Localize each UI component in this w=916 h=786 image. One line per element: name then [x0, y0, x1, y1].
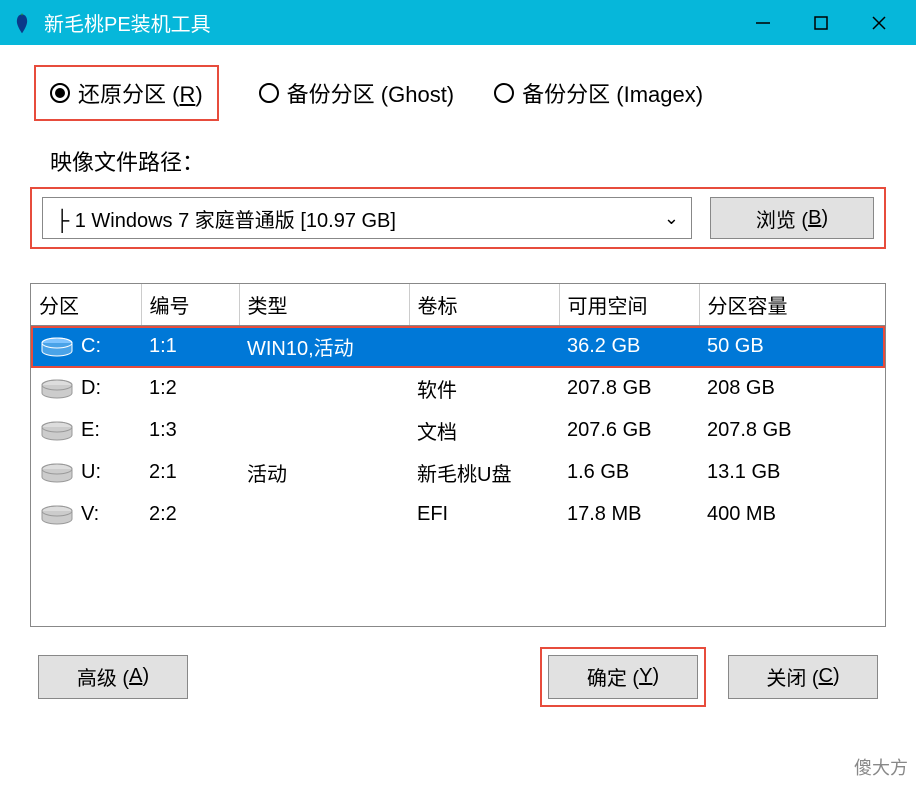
- close-app-button[interactable]: 关闭 (C): [728, 655, 878, 699]
- disk-icon: [39, 505, 75, 525]
- drive-cell: V:: [39, 503, 133, 526]
- cell-free: 207.6 GB: [559, 410, 699, 452]
- cell-total: 207.8 GB: [699, 410, 885, 452]
- radio-icon: [50, 83, 70, 103]
- cell-total: 208 GB: [699, 368, 885, 410]
- radio-label: 备份分区 (Imagex): [522, 77, 703, 109]
- bottom-button-row: 高级 (A) 确定 (Y) 关闭 (C): [30, 655, 886, 699]
- app-icon: [8, 9, 36, 37]
- cell-free: 207.8 GB: [559, 368, 699, 410]
- col-id: 编号: [141, 284, 239, 326]
- cell-total: 400 MB: [699, 494, 885, 536]
- app-title: 新毛桃PE装机工具: [44, 8, 734, 37]
- advanced-button[interactable]: 高级 (A): [38, 655, 188, 699]
- drive-cell: C:: [39, 335, 133, 358]
- col-label: 卷标: [409, 284, 559, 326]
- table-row[interactable]: E: 1:3 文档 207.6 GB 207.8 GB: [31, 410, 885, 452]
- drive-cell: U:: [39, 461, 133, 484]
- drive-letter: C:: [81, 335, 101, 358]
- cell-type: [239, 410, 409, 452]
- cell-total: 50 GB: [699, 326, 885, 368]
- chevron-down-icon: ⌄: [664, 208, 679, 229]
- main-content: 还原分区 (R) 备份分区 (Ghost) 备份分区 (Imagex) 映像文件…: [0, 45, 916, 719]
- maximize-button[interactable]: [792, 0, 850, 45]
- minimize-button[interactable]: [734, 0, 792, 45]
- cell-label: [409, 326, 559, 368]
- image-path-select[interactable]: ├ 1 Windows 7 家庭普通版 [10.97 GB] ⌄: [42, 197, 692, 239]
- table-row[interactable]: U: 2:1 活动 新毛桃U盘 1.6 GB 13.1 GB: [31, 452, 885, 494]
- drive-letter: D:: [81, 377, 101, 400]
- col-free: 可用空间: [559, 284, 699, 326]
- mode-radio-row: 还原分区 (R) 备份分区 (Ghost) 备份分区 (Imagex): [30, 65, 886, 121]
- image-path-row: ├ 1 Windows 7 家庭普通版 [10.97 GB] ⌄ 浏览 (B): [30, 187, 886, 249]
- partition-table: 分区 编号 类型 卷标 可用空间 分区容量 C: 1:1 WIN10,活动 36…: [31, 284, 885, 536]
- radio-icon: [494, 83, 514, 103]
- disk-icon: [39, 337, 75, 357]
- cell-id: 1:1: [141, 326, 239, 368]
- cell-type: WIN10,活动: [239, 326, 409, 368]
- disk-icon: [39, 463, 75, 483]
- cell-free: 1.6 GB: [559, 452, 699, 494]
- drive-cell: D:: [39, 377, 133, 400]
- cell-id: 1:3: [141, 410, 239, 452]
- cell-free: 17.8 MB: [559, 494, 699, 536]
- table-empty-space: [31, 536, 885, 626]
- col-type: 类型: [239, 284, 409, 326]
- ok-button[interactable]: 确定 (Y): [548, 655, 698, 699]
- radio-label: 备份分区 (Ghost): [287, 77, 454, 109]
- cell-label: 文档: [409, 410, 559, 452]
- cell-label: EFI: [409, 494, 559, 536]
- radio-label: 还原分区 (R): [78, 77, 203, 109]
- radio-backup-ghost[interactable]: 备份分区 (Ghost): [259, 65, 454, 121]
- drive-cell: E:: [39, 419, 133, 442]
- cell-id: 1:2: [141, 368, 239, 410]
- partition-table-wrap: 分区 编号 类型 卷标 可用空间 分区容量 C: 1:1 WIN10,活动 36…: [30, 283, 886, 627]
- browse-button[interactable]: 浏览 (B): [710, 197, 874, 239]
- drive-letter: U:: [81, 461, 101, 484]
- titlebar: 新毛桃PE装机工具: [0, 0, 916, 45]
- cell-id: 2:1: [141, 452, 239, 494]
- cell-type: [239, 494, 409, 536]
- image-path-section: 映像文件路径： ├ 1 Windows 7 家庭普通版 [10.97 GB] ⌄…: [30, 145, 886, 249]
- watermark: 傻大方: [854, 754, 908, 780]
- table-row[interactable]: V: 2:2 EFI 17.8 MB 400 MB: [31, 494, 885, 536]
- col-total: 分区容量: [699, 284, 885, 326]
- cell-id: 2:2: [141, 494, 239, 536]
- col-partition: 分区: [31, 284, 141, 326]
- right-button-group: 确定 (Y) 关闭 (C): [548, 655, 878, 699]
- image-path-value: ├ 1 Windows 7 家庭普通版 [10.97 GB]: [55, 204, 396, 233]
- table-row[interactable]: C: 1:1 WIN10,活动 36.2 GB 50 GB: [31, 326, 885, 368]
- disk-icon: [39, 421, 75, 441]
- cell-label: 新毛桃U盘: [409, 452, 559, 494]
- radio-restore-partition[interactable]: 还原分区 (R): [34, 65, 219, 121]
- radio-backup-imagex[interactable]: 备份分区 (Imagex): [494, 65, 703, 121]
- window-controls: [734, 0, 908, 45]
- close-button[interactable]: [850, 0, 908, 45]
- cell-free: 36.2 GB: [559, 326, 699, 368]
- cell-label: 软件: [409, 368, 559, 410]
- image-path-label: 映像文件路径：: [30, 145, 886, 177]
- cell-total: 13.1 GB: [699, 452, 885, 494]
- radio-icon: [259, 83, 279, 103]
- cell-type: [239, 368, 409, 410]
- drive-letter: V:: [81, 503, 99, 526]
- drive-letter: E:: [81, 419, 100, 442]
- cell-type: 活动: [239, 452, 409, 494]
- table-row[interactable]: D: 1:2 软件 207.8 GB 208 GB: [31, 368, 885, 410]
- table-header-row: 分区 编号 类型 卷标 可用空间 分区容量: [31, 284, 885, 326]
- disk-icon: [39, 379, 75, 399]
